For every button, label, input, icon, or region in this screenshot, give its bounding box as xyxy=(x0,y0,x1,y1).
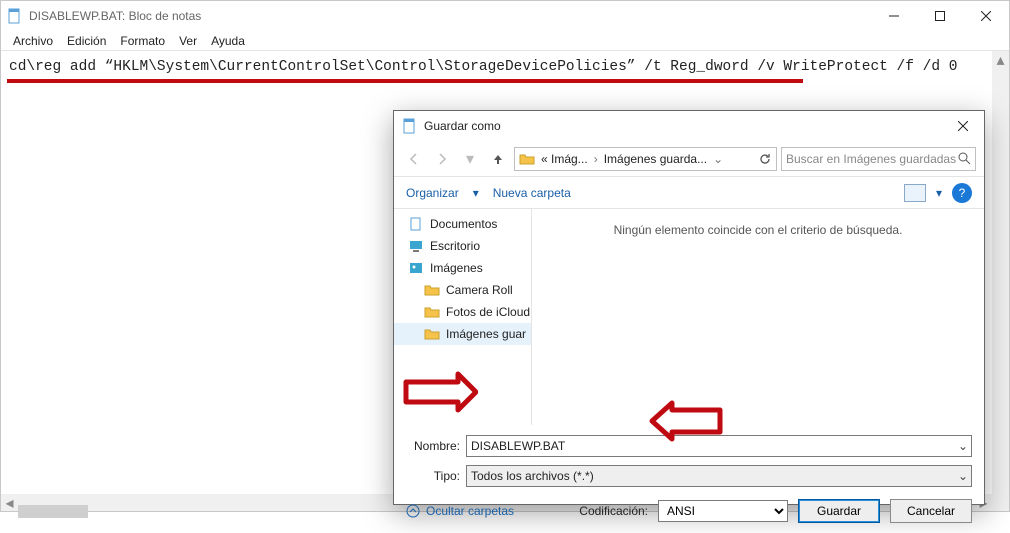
nav-dropdown-icon[interactable]: ▾ xyxy=(458,147,482,171)
search-icon xyxy=(958,152,971,165)
filename-value: DISABLEWP.BAT xyxy=(471,439,565,453)
cancel-label: Cancelar xyxy=(907,504,955,518)
search-placeholder: Buscar en Imágenes guardadas xyxy=(786,152,956,166)
hide-folders-label: Ocultar carpetas xyxy=(426,504,514,518)
tree-icloud[interactable]: Fotos de iCloud xyxy=(394,301,531,323)
new-folder-button[interactable]: Nueva carpeta xyxy=(493,186,571,200)
notepad-text[interactable]: cd\reg add “HKLM\System\CurrentControlSe… xyxy=(1,51,1009,75)
save-label: Guardar xyxy=(817,504,861,518)
tree-documentos[interactable]: Documentos xyxy=(394,213,531,235)
dialog-close-button[interactable] xyxy=(942,111,984,141)
folder-icon xyxy=(424,304,440,320)
chevron-down-icon[interactable]: ⌄ xyxy=(713,152,723,166)
desktop-icon xyxy=(408,238,424,254)
tree-label: Imágenes guar xyxy=(446,327,526,341)
scroll-thumb[interactable] xyxy=(18,505,88,518)
cancel-button[interactable]: Cancelar xyxy=(890,499,972,523)
close-button[interactable] xyxy=(963,1,1009,31)
annotation-arrow-right xyxy=(648,400,728,446)
folder-icon xyxy=(424,282,440,298)
collapse-icon xyxy=(406,504,420,518)
encoding-select[interactable]: ANSI xyxy=(658,500,788,522)
menu-archivo[interactable]: Archivo xyxy=(7,32,59,50)
filetype-select[interactable]: Todos los archivos (*.*) ⌄ xyxy=(466,465,972,487)
empty-message: Ningún elemento coincide con el criterio… xyxy=(614,223,903,237)
tree-camera-roll[interactable]: Camera Roll xyxy=(394,279,531,301)
dialog-body: Documentos Escritorio Imágenes Camera Ro… xyxy=(394,209,984,425)
annotation-arrow-left xyxy=(398,370,478,420)
folder-icon xyxy=(519,151,535,167)
filetype-dropdown-icon[interactable]: ⌄ xyxy=(958,469,968,483)
filename-dropdown-icon[interactable]: ⌄ xyxy=(958,439,968,453)
tree-label: Camera Roll xyxy=(446,283,513,297)
dialog-toolbar: Organizar ▾ Nueva carpeta ▾ ? xyxy=(394,177,984,209)
search-input[interactable]: Buscar en Imágenes guardadas xyxy=(781,147,976,171)
pictures-icon xyxy=(408,260,424,276)
file-list[interactable]: Ningún elemento coincide con el criterio… xyxy=(532,209,984,425)
maximize-button[interactable] xyxy=(917,1,963,31)
menu-ayuda[interactable]: Ayuda xyxy=(205,32,251,50)
notepad-menubar: Archivo Edición Formato Ver Ayuda xyxy=(1,31,1009,51)
minimize-button[interactable] xyxy=(871,1,917,31)
hide-folders-button[interactable]: Ocultar carpetas xyxy=(406,504,514,518)
tree-label: Documentos xyxy=(430,217,497,231)
address-bar[interactable]: « Imág... › Imágenes guarda... ⌄ xyxy=(514,147,777,171)
notepad-title: DISABLEWP.BAT: Bloc de notas xyxy=(29,9,201,23)
help-icon[interactable]: ? xyxy=(952,183,972,203)
tree-label: Imágenes xyxy=(430,261,483,275)
tree-imagenes[interactable]: Imágenes xyxy=(394,257,531,279)
menu-edicion[interactable]: Edición xyxy=(61,32,112,50)
scroll-corner xyxy=(992,494,1009,511)
save-button[interactable]: Guardar xyxy=(798,499,880,523)
filetype-label: Tipo: xyxy=(406,469,466,483)
document-icon xyxy=(408,216,424,232)
nav-forward-button[interactable] xyxy=(430,147,454,171)
nav-up-button[interactable] xyxy=(486,147,510,171)
tree-label: Fotos de iCloud xyxy=(446,305,530,319)
organize-button[interactable]: Organizar xyxy=(406,186,459,200)
dialog-title: Guardar como xyxy=(424,119,501,133)
scroll-left-icon[interactable]: ◂ xyxy=(1,493,18,513)
filename-label: Nombre: xyxy=(406,439,466,453)
menu-formato[interactable]: Formato xyxy=(114,32,171,50)
view-dropdown-icon[interactable]: ▾ xyxy=(936,186,942,200)
annotation-underline xyxy=(7,79,803,83)
breadcrumb-part1[interactable]: « Imág... xyxy=(541,152,588,166)
menu-ver[interactable]: Ver xyxy=(173,32,203,50)
scroll-up-icon[interactable]: ▴ xyxy=(992,51,1009,68)
tree-escritorio[interactable]: Escritorio xyxy=(394,235,531,257)
vertical-scrollbar[interactable]: ▴ xyxy=(992,51,1009,494)
nav-back-button[interactable] xyxy=(402,147,426,171)
notepad-titlebar: DISABLEWP.BAT: Bloc de notas xyxy=(1,1,1009,31)
chevron-right-icon: › xyxy=(594,152,598,166)
dialog-icon xyxy=(402,118,418,134)
dialog-footer: Ocultar carpetas Codificación: ANSI Guar… xyxy=(394,493,984,533)
tree-imagenes-guardadas[interactable]: Imágenes guar xyxy=(394,323,531,345)
organize-dropdown-icon[interactable]: ▾ xyxy=(473,186,479,200)
dialog-nav: ▾ « Imág... › Imágenes guarda... ⌄ Busca… xyxy=(394,141,984,177)
folder-icon xyxy=(424,326,440,342)
encoding-label: Codificación: xyxy=(579,504,648,518)
notepad-icon xyxy=(7,8,23,24)
tree-label: Escritorio xyxy=(430,239,480,253)
filetype-value: Todos los archivos (*.*) xyxy=(471,469,594,483)
refresh-icon[interactable] xyxy=(758,152,772,166)
dialog-titlebar: Guardar como xyxy=(394,111,984,141)
breadcrumb-part2[interactable]: Imágenes guarda... xyxy=(604,152,707,166)
view-options-button[interactable] xyxy=(904,184,926,202)
